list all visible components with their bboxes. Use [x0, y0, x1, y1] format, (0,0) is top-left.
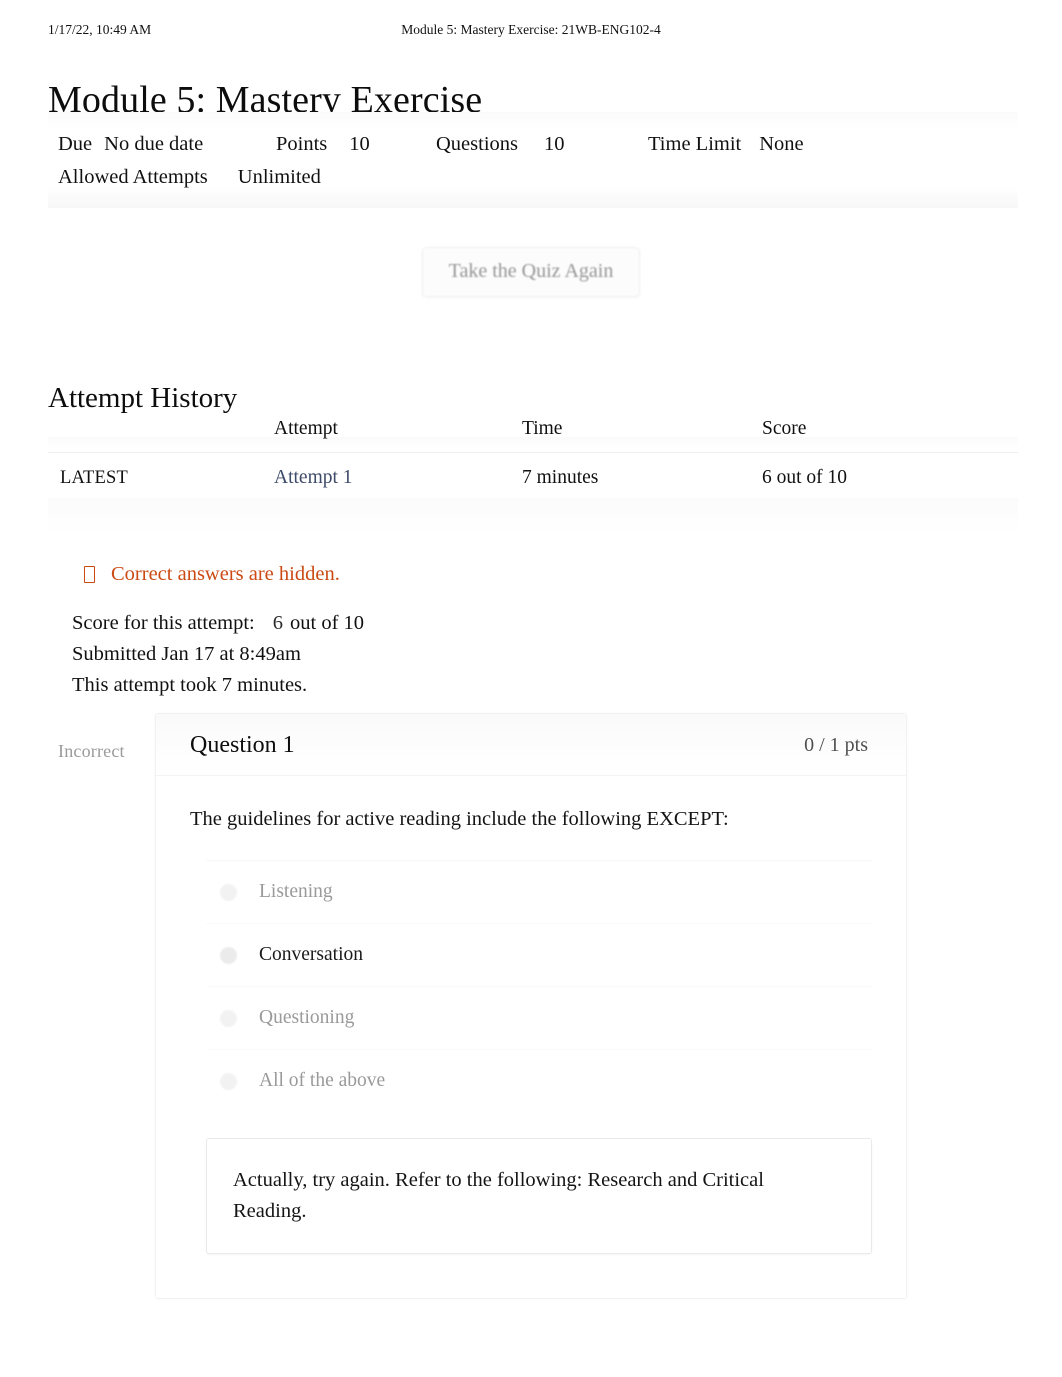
- attempt-history-table: Attempt Time Score LATEST Attempt 1 7 mi…: [48, 412, 1018, 505]
- attempt-duration-line: This attempt took 7 minutes.: [72, 674, 308, 696]
- attempt-score-label: Score for this attempt:: [72, 612, 255, 634]
- quiz-points: Points 10: [276, 128, 436, 161]
- quiz-meta-band: Due No due date Points 10 Questions 10 T…: [48, 112, 1018, 208]
- column-header-time: Time: [522, 412, 762, 453]
- question-feedback-container: Actually, try again. Refer to the follow…: [156, 1112, 906, 1298]
- attempt-history-footer-shade: [48, 498, 1018, 534]
- radio-icon[interactable]: [220, 1072, 237, 1090]
- quiz-due-label: Due: [58, 133, 93, 155]
- question-holder: Incorrect Question 1 0 / 1 pts The guide…: [58, 713, 907, 1299]
- question-status-badge: Incorrect: [58, 741, 125, 761]
- attempt-1-link[interactable]: Attempt 1: [274, 467, 353, 488]
- quiz-questions: Questions 10: [436, 128, 648, 161]
- column-header-score: Score: [762, 412, 1018, 453]
- attempt-score-value: 6: [272, 612, 283, 634]
- question-header: Question 1 0 / 1 pts: [156, 714, 906, 776]
- attempt-score-line: Score for this attempt: 6 out of 10: [72, 608, 364, 639]
- answer-label: Questioning: [259, 1007, 355, 1028]
- answer-label: Listening: [259, 881, 333, 902]
- answer-option-questioning[interactable]: Questioning: [206, 986, 872, 1049]
- answer-option-all-of-the-above[interactable]: All of the above: [206, 1049, 872, 1112]
- answer-list: Listening Conversation Questioning All o…: [206, 860, 872, 1112]
- quiz-time-limit: Time Limit None: [648, 128, 804, 161]
- quiz-meta-row-secondary: Allowed Attempts Unlimited: [58, 161, 1008, 194]
- column-header-attempt: Attempt: [274, 412, 522, 453]
- retake-button-container: Take the Quiz Again: [0, 247, 1062, 297]
- correct-answers-hidden-text: Correct answers are hidden.: [111, 563, 340, 585]
- attempt-summary: Score for this attempt: 6 out of 10 Subm…: [72, 608, 364, 701]
- attempt-submitted-line: Submitted Jan 17 at 8:49am: [72, 643, 301, 665]
- quiz-allowed-attempts: Allowed Attempts Unlimited: [58, 161, 321, 194]
- answer-option-conversation[interactable]: Conversation: [206, 923, 872, 986]
- answer-option-listening[interactable]: Listening: [206, 860, 872, 923]
- print-document-title: Module 5: Mastery Exercise: 21WB-ENG102-…: [401, 22, 661, 37]
- quiz-meta-row-primary: Due No due date Points 10 Questions 10 T…: [58, 128, 1008, 161]
- question-title: Question 1: [190, 732, 295, 758]
- quiz-due: Due No due date: [58, 128, 276, 161]
- quiz-questions-label: Questions: [436, 133, 518, 155]
- take-quiz-again-button[interactable]: Take the Quiz Again: [421, 247, 641, 297]
- question-text: The guidelines for active reading includ…: [190, 808, 729, 830]
- quiz-allowed-attempts-value: Unlimited: [237, 166, 321, 188]
- quiz-due-value: No due date: [104, 133, 204, 155]
- question-points: 0 / 1 pts: [804, 734, 868, 756]
- quiz-questions-value: 10: [544, 133, 565, 155]
- radio-icon[interactable]: [220, 946, 237, 964]
- question-feedback-text: Actually, try again. Refer to the follow…: [233, 1169, 764, 1222]
- correct-answers-hidden-notice: Correct answers are hidden.: [84, 560, 340, 588]
- column-header-kept: [48, 412, 274, 453]
- quiz-time-limit-label: Time Limit: [648, 133, 742, 155]
- attempt-score-suffix: out of 10: [290, 612, 365, 634]
- answer-label: All of the above: [259, 1070, 386, 1091]
- quiz-time-limit-value: None: [759, 133, 804, 155]
- attempt-history-header-row: Attempt Time Score: [48, 412, 1018, 453]
- question-body: The guidelines for active reading includ…: [156, 776, 906, 1112]
- attempt-history-heading: Attempt History: [48, 382, 238, 415]
- quiz-points-label: Points: [276, 133, 328, 155]
- radio-icon[interactable]: [220, 883, 237, 901]
- quiz-allowed-attempts-label: Allowed Attempts: [58, 166, 208, 188]
- latest-badge: LATEST: [60, 468, 129, 488]
- print-header: 1/17/22, 10:49 AM Module 5: Mastery Exer…: [0, 22, 1062, 44]
- radio-icon[interactable]: [220, 1009, 237, 1027]
- question-box: Question 1 0 / 1 pts The guidelines for …: [155, 713, 907, 1299]
- answer-label: Conversation: [259, 944, 363, 965]
- question-feedback-box: Actually, try again. Refer to the follow…: [206, 1138, 872, 1254]
- eye-slash-icon: [84, 565, 95, 583]
- quiz-points-value: 10: [349, 133, 370, 155]
